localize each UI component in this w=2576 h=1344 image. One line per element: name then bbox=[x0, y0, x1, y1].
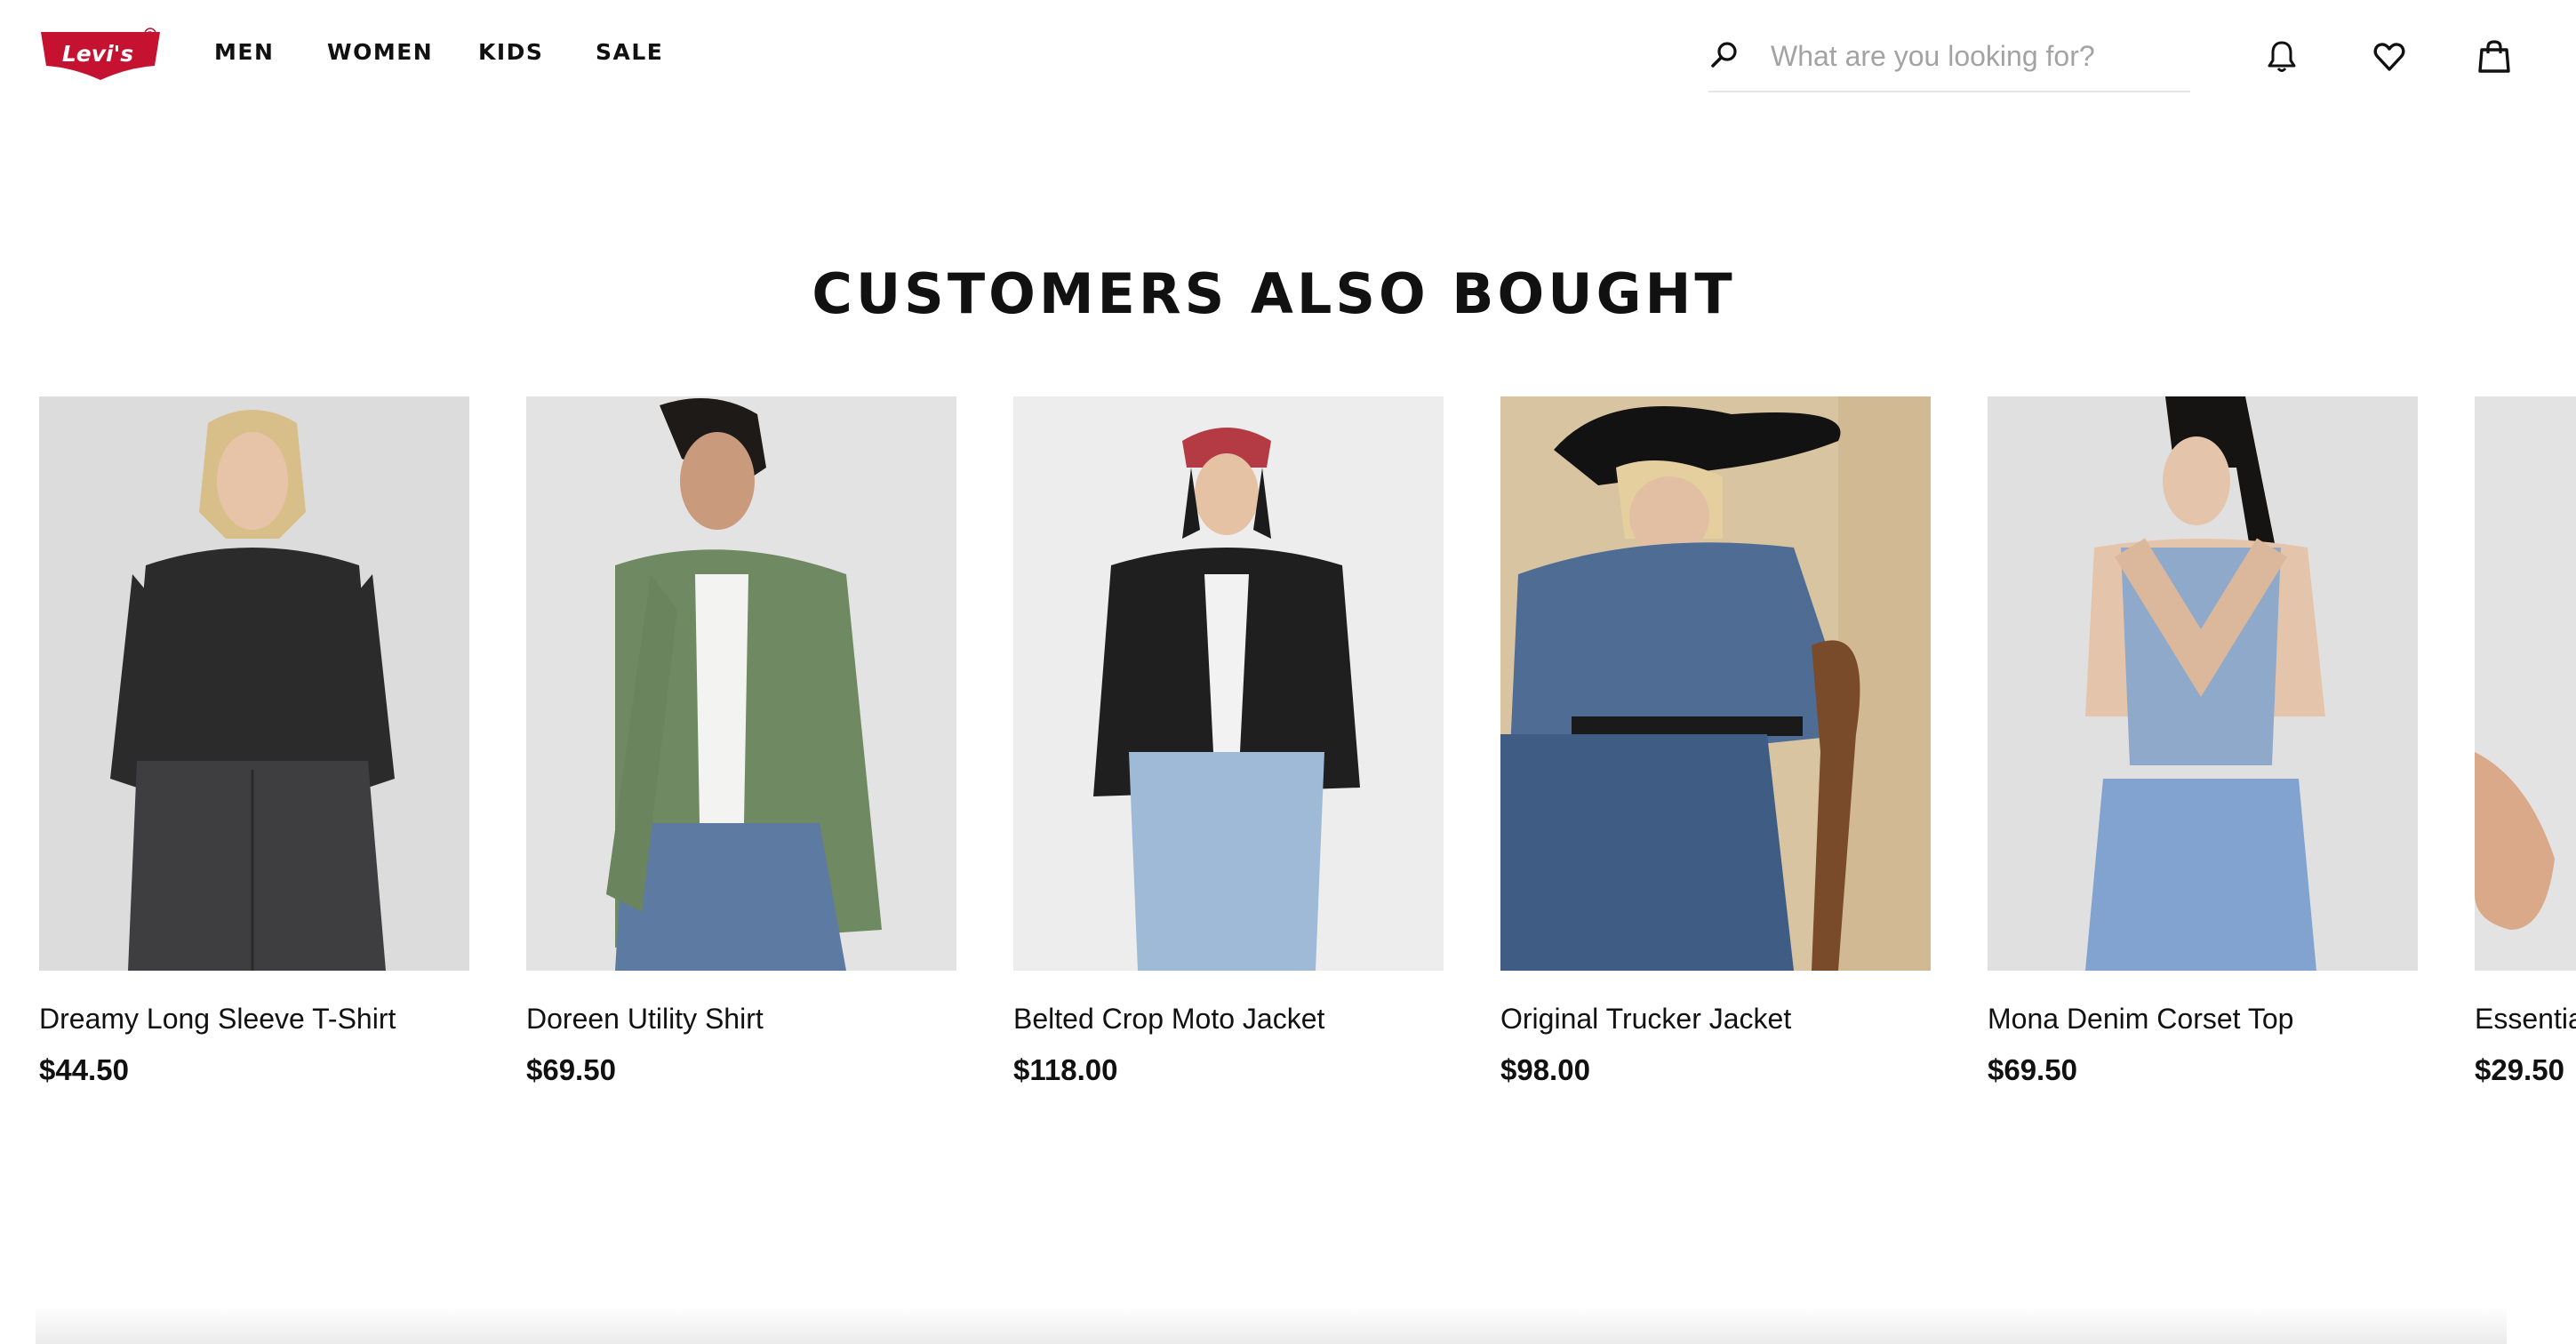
product-card[interactable]: Original Trucker Jacket $98.00 bbox=[1500, 396, 1931, 1087]
product-card[interactable]: Mona Denim Corset Top $69.50 bbox=[1988, 396, 2418, 1087]
product-image[interactable] bbox=[39, 396, 469, 971]
product-name[interactable]: Belted Crop Moto Jacket bbox=[1013, 1003, 1444, 1036]
product-price: $29.50 bbox=[2475, 1053, 2564, 1086]
product-name[interactable]: Original Trucker Jacket bbox=[1500, 1003, 1931, 1036]
product-image[interactable] bbox=[1013, 396, 1444, 971]
svg-text:R: R bbox=[148, 30, 153, 38]
nav-women[interactable]: WOMEN bbox=[327, 39, 433, 65]
product-name[interactable]: Dreamy Long Sleeve T-Shirt bbox=[39, 1003, 469, 1036]
product-price: $69.50 bbox=[526, 1053, 616, 1086]
nav-men[interactable]: MEN bbox=[214, 39, 274, 65]
section-title: CUSTOMERS ALSO BOUGHT bbox=[812, 261, 1736, 326]
product-name[interactable]: Mona Denim Corset Top bbox=[1988, 1003, 2418, 1036]
search-input[interactable] bbox=[1771, 36, 2180, 76]
product-image[interactable] bbox=[1988, 396, 2418, 971]
heart-icon[interactable] bbox=[2370, 37, 2409, 76]
bag-icon[interactable] bbox=[2475, 37, 2514, 76]
nav-kids[interactable]: KIDS bbox=[478, 39, 543, 65]
product-image[interactable] bbox=[1500, 396, 1931, 971]
product-carousel: Dreamy Long Sleeve T-Shirt $44.50 Doreen… bbox=[0, 396, 2576, 1108]
product-price: $118.00 bbox=[1013, 1053, 1118, 1086]
product-card[interactable]: Belted Crop Moto Jacket $118.00 bbox=[1013, 396, 1444, 1087]
product-image[interactable] bbox=[2475, 396, 2576, 971]
levis-logo[interactable]: Levi's R bbox=[39, 27, 162, 84]
search-icon[interactable] bbox=[1708, 39, 1740, 71]
bell-icon[interactable] bbox=[2262, 37, 2301, 76]
nav-sale[interactable]: SALE bbox=[596, 39, 663, 65]
product-price: $44.50 bbox=[39, 1053, 129, 1086]
product-price: $98.00 bbox=[1500, 1053, 1590, 1086]
product-card[interactable]: Dreamy Long Sleeve T-Shirt $44.50 bbox=[39, 396, 469, 1087]
product-name[interactable]: Doreen Utility Shirt bbox=[526, 1003, 956, 1036]
product-card[interactable]: Essentia $29.50 bbox=[2475, 396, 2576, 1087]
svg-text:Levi's: Levi's bbox=[62, 41, 133, 67]
section-divider bbox=[36, 1307, 2507, 1344]
product-name[interactable]: Essentia bbox=[2475, 1003, 2576, 1036]
product-image[interactable] bbox=[526, 396, 956, 971]
product-price: $69.50 bbox=[1988, 1053, 2077, 1086]
product-card[interactable]: Doreen Utility Shirt $69.50 bbox=[526, 396, 956, 1087]
site-header: Levi's R MEN WOMEN KIDS SALE bbox=[0, 0, 2576, 111]
search-bar bbox=[1708, 32, 2190, 92]
